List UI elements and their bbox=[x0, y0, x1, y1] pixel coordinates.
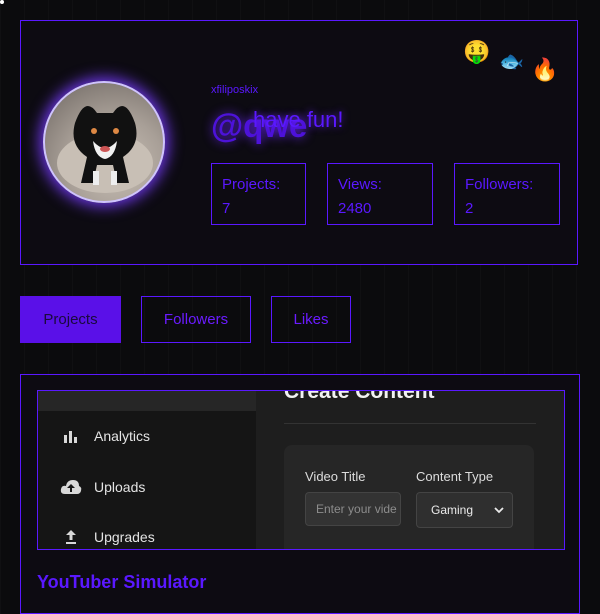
thumbnail-nav-analytics: Analytics bbox=[58, 421, 150, 451]
select-value: Gaming bbox=[431, 503, 474, 517]
nav-label: Analytics bbox=[94, 428, 151, 444]
project-thumbnail[interactable]: Analytics Uploads Upgrades Create Conten… bbox=[37, 390, 565, 550]
stat-views: Views: 2480 bbox=[327, 163, 433, 225]
avatar[interactable] bbox=[43, 81, 165, 203]
thumbnail-form: Video Title Content Type Enter your vide… bbox=[284, 445, 534, 549]
tab-followers[interactable]: Followers bbox=[141, 296, 251, 343]
fire-emoji-icon: 🔥 bbox=[531, 57, 559, 82]
nav-label: Upgrades bbox=[94, 529, 155, 545]
stat-followers: Followers: 2 bbox=[454, 163, 560, 225]
profile-tagline: have fun! bbox=[253, 107, 344, 132]
thumbnail-nav-uploads: Uploads bbox=[58, 472, 145, 502]
tab-projects[interactable]: Projects bbox=[20, 296, 121, 343]
stat-value: 2 bbox=[465, 200, 474, 217]
project-card[interactable]: Analytics Uploads Upgrades Create Conten… bbox=[20, 374, 580, 614]
tab-likes[interactable]: Likes bbox=[271, 296, 351, 343]
content-type-select: Gaming bbox=[416, 492, 513, 528]
content-type-label: Content Type bbox=[416, 469, 494, 484]
profile-card: 🤑 🐟 🔥 xfiliposkix @qwe have fun! Project… bbox=[20, 20, 578, 265]
username: xfiliposkix bbox=[211, 84, 259, 96]
thumbnail-sidebar: Analytics Uploads Upgrades bbox=[38, 391, 256, 549]
thumbnail-heading: Create Content bbox=[284, 390, 435, 403]
thumbnail-nav-upgrades: Upgrades bbox=[58, 522, 155, 549]
bar-chart-icon bbox=[58, 429, 84, 443]
project-title[interactable]: YouTuber Simulator bbox=[37, 572, 206, 593]
stat-label: Projects: bbox=[222, 176, 281, 193]
cloud-upload-icon bbox=[58, 479, 84, 495]
corner-dot bbox=[0, 0, 4, 4]
upload-arrow-icon bbox=[58, 529, 84, 545]
nav-label: Uploads bbox=[94, 479, 146, 495]
divider bbox=[284, 423, 536, 424]
stat-value: 7 bbox=[222, 200, 231, 217]
stat-value: 2480 bbox=[338, 200, 372, 217]
video-title-input: Enter your vide bbox=[305, 492, 401, 526]
fish-emoji-icon: 🐟 bbox=[499, 51, 524, 73]
stat-label: Views: bbox=[338, 176, 382, 193]
stat-label: Followers: bbox=[465, 176, 534, 193]
thumbnail-sidebar-top bbox=[38, 391, 256, 411]
stat-projects: Projects: 7 bbox=[211, 163, 306, 225]
thumbnail-main: Create Content Video Title Content Type … bbox=[256, 391, 564, 549]
emoji-badges: 🤑 🐟 🔥 bbox=[451, 39, 558, 99]
cat-avatar-image bbox=[57, 105, 153, 193]
chevron-down-icon bbox=[494, 503, 504, 517]
video-title-label: Video Title bbox=[305, 469, 366, 484]
money-face-emoji-icon: 🤑 bbox=[463, 39, 491, 64]
